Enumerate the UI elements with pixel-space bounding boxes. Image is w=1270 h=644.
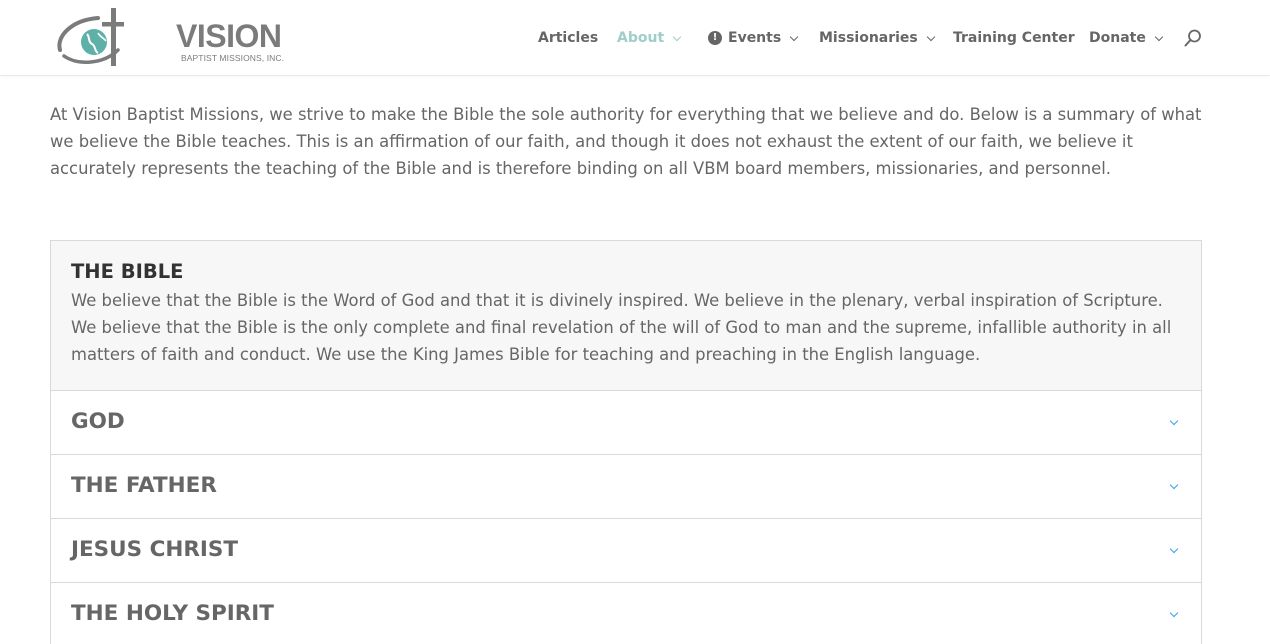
accordion-title: JESUS CHRIST [71, 537, 239, 562]
chevron-down-icon [926, 32, 936, 41]
chevron-down-icon [1154, 32, 1164, 41]
accordion-item-the-bible[interactable]: THE BIBLE We believe that the Bible is t… [50, 240, 1202, 391]
nav-label-training-center: Training Center [953, 30, 1075, 46]
accordion-body: We believe that the Bible is the Word of… [71, 291, 1172, 364]
nav-label-articles: Articles [538, 30, 599, 46]
accordion-title: THE FATHER [71, 473, 217, 498]
accordion-item-the-father[interactable]: THE FATHER [50, 455, 1202, 519]
intro-paragraph: At Vision Baptist Missions, we strive to… [50, 105, 1202, 178]
nav-label-about: About [617, 30, 665, 46]
chevron-down-icon[interactable] [1169, 608, 1179, 618]
nav-item-missionaries[interactable]: Missionaries [819, 28, 936, 48]
nav-item-articles[interactable]: Articles [538, 28, 598, 48]
beliefs-accordion: THE BIBLE We believe that the Bible is t… [50, 240, 1202, 644]
nav-item-events[interactable]: ! Events [708, 28, 799, 48]
nav-label-missionaries: Missionaries [819, 30, 918, 46]
chevron-down-icon [789, 32, 799, 41]
main-nav: Articles About ! Events Missionaries Tra… [0, 0, 1270, 75]
chevron-down-icon[interactable] [1169, 544, 1179, 554]
chevron-down-icon[interactable] [1169, 416, 1179, 426]
accordion-title: GOD [71, 409, 125, 434]
chevron-down-icon[interactable] [1169, 480, 1179, 490]
accordion-title: THE BIBLE [71, 260, 184, 283]
accordion-item-the-holy-spirit[interactable]: THE HOLY SPIRIT [50, 583, 1202, 644]
nav-label-events: Events [728, 30, 782, 46]
nav-item-donate[interactable]: Donate [1089, 28, 1164, 48]
accordion-item-god[interactable]: GOD [50, 391, 1202, 455]
nav-item-training-center[interactable]: Training Center [953, 28, 1075, 48]
nav-item-about[interactable]: About [617, 28, 682, 48]
accordion-title: THE HOLY SPIRIT [71, 601, 274, 626]
chevron-down-icon [672, 32, 682, 41]
alert-circle-icon: ! [708, 31, 722, 45]
accordion-item-jesus-christ[interactable]: JESUS CHRIST [50, 519, 1202, 583]
site-header: VISION BAPTIST MISSIONS, INC. Articles A… [0, 0, 1270, 75]
search-icon[interactable] [1184, 29, 1202, 47]
nav-label-donate: Donate [1089, 30, 1146, 46]
